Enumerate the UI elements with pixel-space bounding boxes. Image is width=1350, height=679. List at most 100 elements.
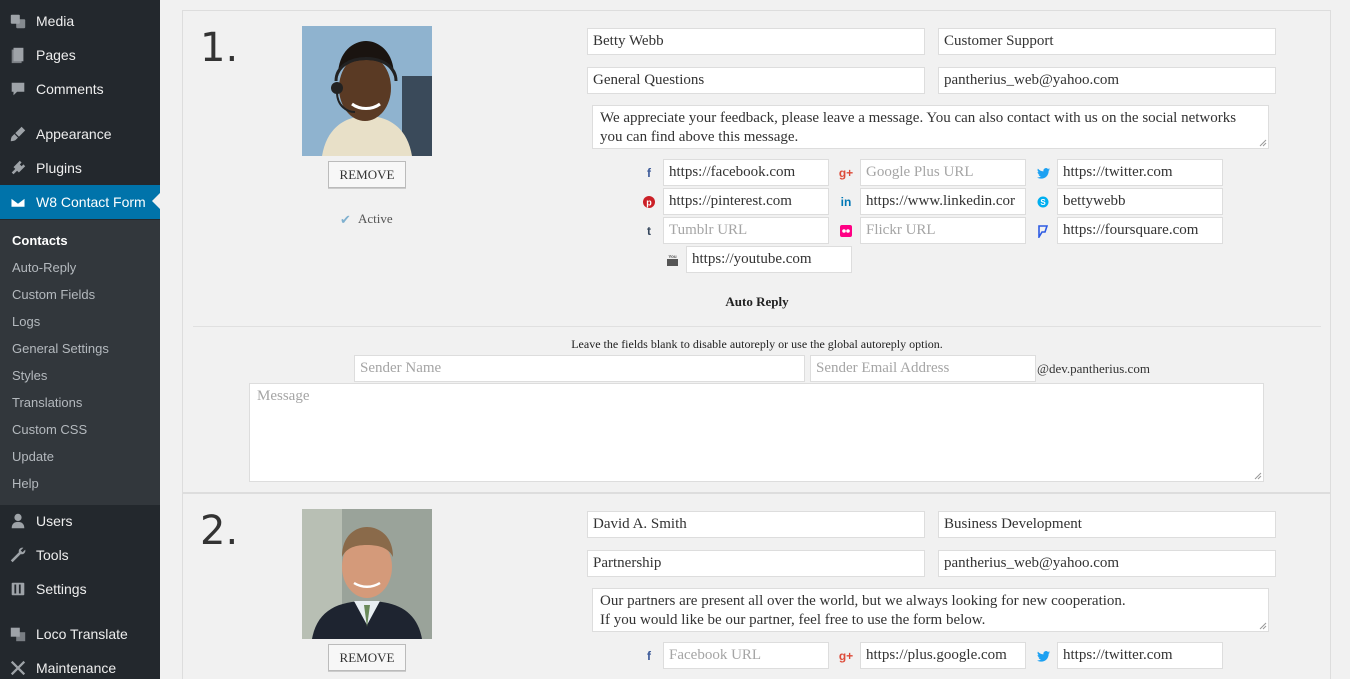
maintenance-icon [0,659,36,677]
tools-icon [0,546,36,564]
sidebar-submenu: Contacts Auto-Reply Custom Fields Logs G… [0,220,160,505]
section-divider [193,326,1321,327]
auto-reply-message-placeholder: Message [257,388,310,404]
foursquare-url-field[interactable]: https://foursquare.com [1057,217,1223,244]
svg-text:p: p [646,198,652,208]
submenu-item-logs[interactable]: Logs [0,308,160,335]
youtube-icon: You [665,253,679,267]
skype-field[interactable]: bettywebb [1057,188,1223,215]
sidebar-item-appearance[interactable]: Appearance [0,117,160,151]
resize-handle-icon[interactable] [1259,139,1267,147]
submenu-item-general-settings[interactable]: General Settings [0,335,160,362]
resize-handle-icon[interactable] [1259,622,1267,630]
flickr-icon [839,224,853,238]
message-text-line: If you would like be our partner, feel f… [600,612,986,628]
linkedin-icon: in [840,195,852,209]
email-field[interactable]: pantherius_web@yahoo.com [938,67,1276,94]
submenu-item-styles[interactable]: Styles [0,362,160,389]
users-icon [0,512,36,530]
sidebar-item-plugins[interactable]: Plugins [0,151,160,185]
tumblr-url-field[interactable]: Tumblr URL [663,217,829,244]
sidebar-item-pages[interactable]: Pages [0,38,160,72]
sidebar-item-label: Tools [36,547,69,563]
svg-text:You: You [668,254,676,259]
sidebar-item-media[interactable]: Media [0,4,160,38]
sidebar-item-label: Loco Translate [36,626,128,642]
svg-text:S: S [1040,198,1046,207]
flickr-url-field[interactable]: Flickr URL [860,217,1026,244]
message-text-line: Our partners are present all over the wo… [600,593,1126,609]
twitter-url-field[interactable]: https://twitter.com [1057,159,1223,186]
settings-icon [0,580,36,598]
facebook-url-field[interactable]: https://facebook.com [663,159,829,186]
sidebar-item-label: Comments [36,81,104,97]
foursquare-icon [1036,224,1050,238]
sidebar-item-label: Plugins [36,160,82,176]
checkmark-icon[interactable]: ✔ [340,213,353,226]
submenu-item-custom-fields[interactable]: Custom Fields [0,281,160,308]
submenu-item-contacts[interactable]: Contacts [0,227,160,254]
twitter-icon [1036,649,1050,663]
remove-button[interactable]: REMOVE [328,161,406,188]
contact-photo[interactable] [302,26,432,156]
skype-icon: S [1036,195,1050,209]
googleplus-icon: g+ [838,649,854,663]
media-icon [0,12,36,30]
submenu-item-translations[interactable]: Translations [0,389,160,416]
sidebar-item-users[interactable]: Users [0,504,160,538]
resize-handle-icon[interactable] [1254,472,1262,480]
submenu-item-help[interactable]: Help [0,470,160,497]
plugins-icon [0,159,36,177]
name-field[interactable]: Betty Webb [587,28,925,55]
message-textarea[interactable]: We appreciate your feedback, please leav… [592,105,1269,149]
active-toggle[interactable]: ✔ Active [340,211,393,227]
message-textarea[interactable]: Our partners are present all over the wo… [592,588,1269,632]
googleplus-url-field[interactable]: https://plus.google.com [860,642,1026,669]
domain-suffix: @dev.pantherius.com [1037,361,1150,376]
sidebar-item-comments[interactable]: Comments [0,72,160,106]
sidebar-item-label: Media [36,13,75,29]
message-text: We appreciate your feedback, please leav… [600,110,1237,145]
twitter-url-field[interactable]: https://twitter.com [1057,642,1223,669]
sidebar-item-maintenance[interactable]: Maintenance [0,651,160,679]
auto-reply-message-textarea[interactable]: Message [249,383,1264,482]
sidebar-item-loco-translate[interactable]: Loco Translate [0,617,160,651]
auto-reply-heading: Auto Reply [725,294,789,309]
submenu-item-update[interactable]: Update [0,443,160,470]
pinterest-url-field[interactable]: https://pinterest.com [663,188,829,215]
sidebar-item-settings[interactable]: Settings [0,572,160,606]
sidebar-item-w8-contact-form[interactable]: W8 Contact Form [0,185,160,219]
department-field[interactable]: Business Development [938,511,1276,538]
name-field[interactable]: David A. Smith [587,511,925,538]
linkedin-url-field[interactable]: https://www.linkedin.cor [860,188,1026,215]
email-field[interactable]: pantherius_web@yahoo.com [938,550,1276,577]
subject-field[interactable]: General Questions [587,67,925,94]
facebook-icon: f [647,166,651,180]
sender-email-field[interactable]: Sender Email Address [810,355,1036,382]
department-field[interactable]: Customer Support [938,28,1276,55]
subject-field[interactable]: Partnership [587,550,925,577]
contacts-panel: 1. REMOVE ✔ Active Betty Webb Customer S… [182,10,1331,679]
pinterest-icon: p [642,195,656,209]
remove-button[interactable]: REMOVE [328,644,406,671]
sidebar-item-label: Settings [36,581,87,597]
youtube-url-field[interactable]: https://youtube.com [686,246,852,273]
googleplus-icon: g+ [838,166,854,180]
sidebar-item-label: Maintenance [36,660,117,676]
submenu-item-auto-reply[interactable]: Auto-Reply [0,254,160,281]
sidebar-item-label: Pages [36,47,76,63]
submenu-item-custom-css[interactable]: Custom CSS [0,416,160,443]
translate-icon [0,625,36,643]
mail-icon [0,193,36,211]
contact-photo[interactable] [302,509,432,639]
auto-reply-hint: Leave the fields blank to disable autore… [571,337,943,351]
googleplus-url-field[interactable]: Google Plus URL [860,159,1026,186]
sidebar-item-tools[interactable]: Tools [0,538,160,572]
active-label: Active [358,211,393,226]
contact-number: 2. [200,508,239,554]
facebook-url-field[interactable]: Facebook URL [663,642,829,669]
sender-name-field[interactable]: Sender Name [354,355,805,382]
facebook-icon: f [647,649,651,663]
admin-sidebar: Media Pages Comments Appearance Plugins … [0,0,160,679]
pages-icon [0,46,36,64]
